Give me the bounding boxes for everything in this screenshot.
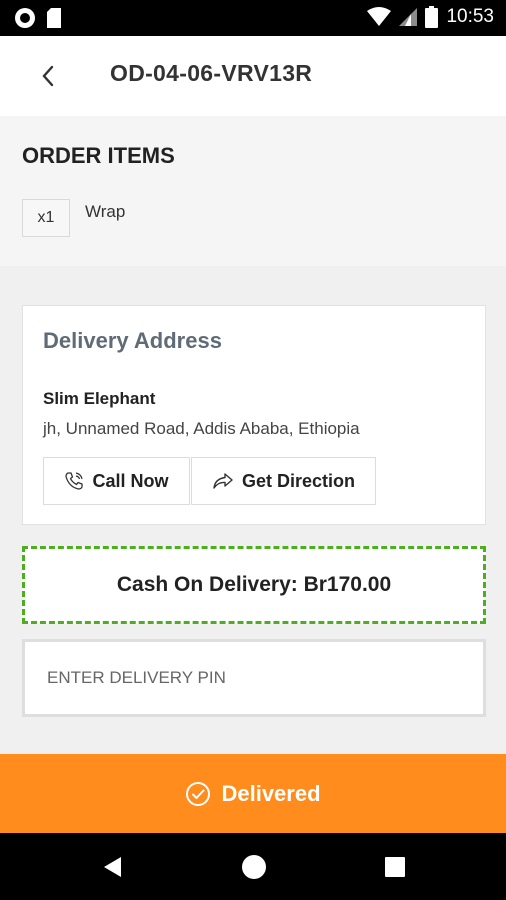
- delivery-address-card: Delivery Address Slim Elephant jh, Unnam…: [22, 305, 486, 525]
- battery-icon: [425, 6, 439, 28]
- status-time: 10:53: [446, 6, 494, 27]
- call-now-label: Call Now: [92, 470, 169, 491]
- chevron-left-icon: [42, 65, 54, 87]
- item-quantity-badge: x1: [22, 199, 70, 237]
- order-items-title: ORDER ITEMS: [22, 143, 175, 168]
- contact-button-row: Call Now Get Direction: [43, 457, 376, 505]
- navigation-bar: [0, 833, 506, 900]
- circle-home-icon: [242, 855, 266, 879]
- nav-back-button[interactable]: [98, 853, 128, 881]
- signal-icon: [399, 8, 418, 26]
- status-bar: 10:53: [0, 0, 506, 36]
- item-name: Wrap: [85, 202, 126, 221]
- back-button[interactable]: [30, 58, 66, 94]
- check-circle-icon: [186, 781, 211, 806]
- delivered-button[interactable]: Delivered: [0, 754, 506, 833]
- get-direction-button[interactable]: Get Direction: [191, 457, 376, 505]
- order-items-section: ORDER ITEMS: [0, 116, 506, 266]
- nav-recents-button[interactable]: [380, 853, 410, 881]
- wifi-icon: [367, 7, 392, 26]
- cash-on-delivery-box: Cash On Delivery: Br170.00: [22, 546, 486, 624]
- delivery-address-title: Delivery Address: [43, 328, 222, 353]
- delivered-label: Delivered: [221, 780, 321, 806]
- get-direction-label: Get Direction: [241, 470, 356, 491]
- order-id-title: OD-04-06-VRV13R: [110, 60, 313, 86]
- call-now-button[interactable]: Call Now: [43, 457, 190, 505]
- address-text: jh, Unnamed Road, Addis Ababa, Ethiopia: [43, 419, 360, 438]
- app-bar: OD-04-06-VRV13R: [0, 36, 506, 116]
- recipient-name: Slim Elephant: [43, 389, 156, 408]
- share-arrow-icon: [213, 473, 233, 489]
- sd-card-icon: [47, 8, 61, 28]
- triangle-back-icon: [104, 857, 121, 877]
- delivery-pin-input[interactable]: [22, 639, 486, 717]
- phone-icon: [65, 472, 84, 490]
- record-icon: [15, 8, 35, 28]
- cash-on-delivery-label: Cash On Delivery: Br170.00: [116, 573, 392, 596]
- nav-home-button[interactable]: [239, 853, 269, 881]
- square-recents-icon: [385, 857, 405, 877]
